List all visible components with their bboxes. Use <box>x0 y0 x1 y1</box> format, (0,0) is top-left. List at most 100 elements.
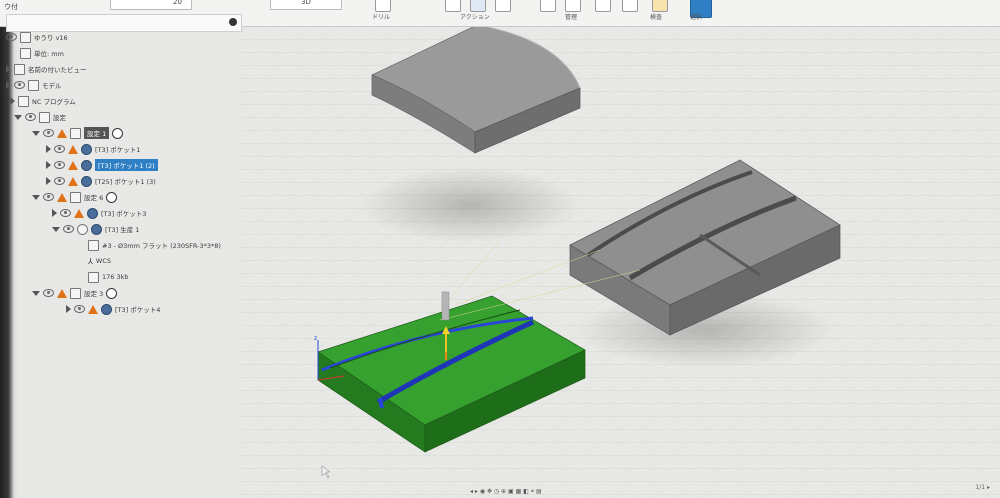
expand-icon[interactable] <box>46 161 51 169</box>
warning-icon <box>74 208 84 218</box>
expand-icon[interactable] <box>10 97 15 105</box>
warning-icon <box>57 192 67 202</box>
setup-icon <box>70 127 81 139</box>
collapse-icon[interactable] <box>32 194 40 200</box>
tree-item-pocket-1[interactable]: [T3] ポケット1 <box>46 142 140 156</box>
tree-label: WCS <box>95 257 111 265</box>
tool-icon <box>88 239 99 251</box>
nc-program-icon <box>18 95 29 107</box>
action-icon-1[interactable] <box>445 0 461 12</box>
navigation-bar[interactable]: ◂ ▸ ◉ ✥ ◷ ⊕ ▣ ▦ ◧ ⌖ ▤ <box>470 488 700 498</box>
tree-label: ゆうり v16 <box>34 34 68 42</box>
warning-icon <box>68 144 78 154</box>
warning-icon <box>88 304 98 314</box>
file-icon <box>88 271 99 283</box>
activate-icon[interactable] <box>106 287 118 299</box>
activate-icon[interactable] <box>112 127 124 139</box>
manage-icon-2[interactable] <box>565 0 581 12</box>
setup-icon <box>70 287 81 299</box>
drill-label[interactable]: ドリル <box>372 12 390 21</box>
expand-icon[interactable] <box>6 65 11 73</box>
tree-item-production-1[interactable]: [T3] 生産 1 <box>52 222 139 236</box>
eye-icon[interactable] <box>54 177 65 185</box>
browser-tree: ゆうり v16 単位: mm 名前の付いたビュー モデル NC プログラム 設定… <box>0 30 260 315</box>
tree-item-units[interactable]: 単位: mm <box>20 46 64 60</box>
browser-close-icon[interactable] <box>229 18 237 26</box>
collapse-icon[interactable] <box>52 226 60 232</box>
tree-item-setup-6[interactable]: 設定 6 <box>32 190 118 204</box>
tree-item-setup-3[interactable]: 設定 3 <box>32 286 118 300</box>
tree-item-pocket-3[interactable]: [T3] ポケット3 <box>52 206 146 220</box>
tree-item-named-views[interactable]: 名前の付いたビュー <box>6 62 87 76</box>
eye-icon[interactable] <box>43 129 54 137</box>
expand-icon[interactable] <box>66 305 71 313</box>
drill-icon[interactable] <box>375 0 391 12</box>
eye-icon[interactable] <box>74 305 85 313</box>
eye-icon[interactable] <box>25 113 36 121</box>
warning-icon <box>57 128 67 138</box>
eye-icon[interactable] <box>6 33 17 41</box>
tree-item-pocket-4[interactable]: [T3] ポケット4 <box>66 302 160 316</box>
tree-item-setups[interactable]: 設定 <box>14 110 66 124</box>
tree-label: [T3] ポケット1 <box>95 146 141 154</box>
tree-item-nc-programs[interactable]: NC プログラム <box>10 94 76 108</box>
tree-label: 設定 1 <box>84 127 110 139</box>
collapse-icon[interactable] <box>32 130 40 136</box>
tree-item-pocket-1-2[interactable]: [T3] ポケット1 (2) <box>46 158 158 172</box>
tree-item-pocket-1-3[interactable]: [T25] ポケット1 (3) <box>46 174 156 188</box>
warning-icon <box>68 176 78 186</box>
select-label[interactable]: 選択 <box>690 12 702 21</box>
toolbar-left-label: ウ付 <box>4 3 18 11</box>
eye-icon[interactable] <box>63 225 74 233</box>
manage-icon-1[interactable] <box>540 0 556 12</box>
folder-icon <box>28 79 39 91</box>
folder-icon <box>14 63 25 75</box>
top-part-shadow <box>360 167 580 243</box>
action-icon-3[interactable] <box>495 0 511 12</box>
inspect-label[interactable]: 検査 <box>650 12 662 21</box>
manage-icon-4[interactable] <box>622 0 638 12</box>
operation-icon <box>81 143 92 155</box>
eye-icon[interactable] <box>43 193 54 201</box>
tree-item-document[interactable]: ゆうり v16 <box>6 30 68 44</box>
warning-icon <box>68 160 78 170</box>
tree-label: 単位: mm <box>34 50 64 58</box>
expand-icon[interactable] <box>46 177 51 185</box>
action-label[interactable]: アクション <box>460 12 490 21</box>
expand-icon[interactable] <box>46 145 51 153</box>
collapse-icon[interactable] <box>32 290 40 296</box>
nav-icons[interactable]: ◂ ▸ ◉ ✥ ◷ ⊕ ▣ ▦ ◧ ⌖ ▤ <box>470 488 542 495</box>
expand-icon[interactable] <box>6 81 11 89</box>
inspect-icon[interactable] <box>652 0 668 12</box>
view-dropdown[interactable]: 3D <box>270 0 342 10</box>
tree-label: [T25] ポケット1 (3) <box>95 178 156 186</box>
tree-label: 設定 <box>53 114 66 122</box>
tree-item-wcs[interactable]: ⅄ WCS <box>88 254 111 268</box>
tree-label-selected: [T3] ポケット1 (2) <box>95 159 158 171</box>
tree-item-models[interactable]: モデル <box>6 78 62 92</box>
tree-item-tool[interactable]: #3 - Ø3mm フラット (230SFR-3*3*8) <box>88 238 221 252</box>
operation-icon <box>81 175 92 187</box>
action-icon-2[interactable] <box>470 0 486 12</box>
eye-icon[interactable] <box>54 161 65 169</box>
eye-icon[interactable] <box>43 289 54 297</box>
operation-icon <box>81 159 92 171</box>
tree-label: NC プログラム <box>32 98 76 106</box>
eye-icon[interactable] <box>14 81 25 89</box>
zoom-dropdown[interactable]: 20 <box>110 0 192 10</box>
tree-label: 176 3kb <box>102 273 129 281</box>
folder-icon <box>39 111 50 123</box>
tree-item-setup-1[interactable]: 設定 1 <box>32 126 124 140</box>
manage-label[interactable]: 管理 <box>565 12 577 21</box>
svg-text:z: z <box>314 335 317 342</box>
collapse-icon[interactable] <box>14 114 22 120</box>
eye-icon[interactable] <box>54 145 65 153</box>
tree-item-size[interactable]: 176 3kb <box>88 270 129 284</box>
view-value: 3D <box>301 0 311 6</box>
zoom-value: 20 <box>173 0 182 6</box>
manage-icon-3[interactable] <box>595 0 611 12</box>
tree-label: モデル <box>42 82 62 90</box>
activate-icon[interactable] <box>106 191 118 203</box>
eye-icon[interactable] <box>60 209 71 217</box>
expand-icon[interactable] <box>52 209 57 217</box>
